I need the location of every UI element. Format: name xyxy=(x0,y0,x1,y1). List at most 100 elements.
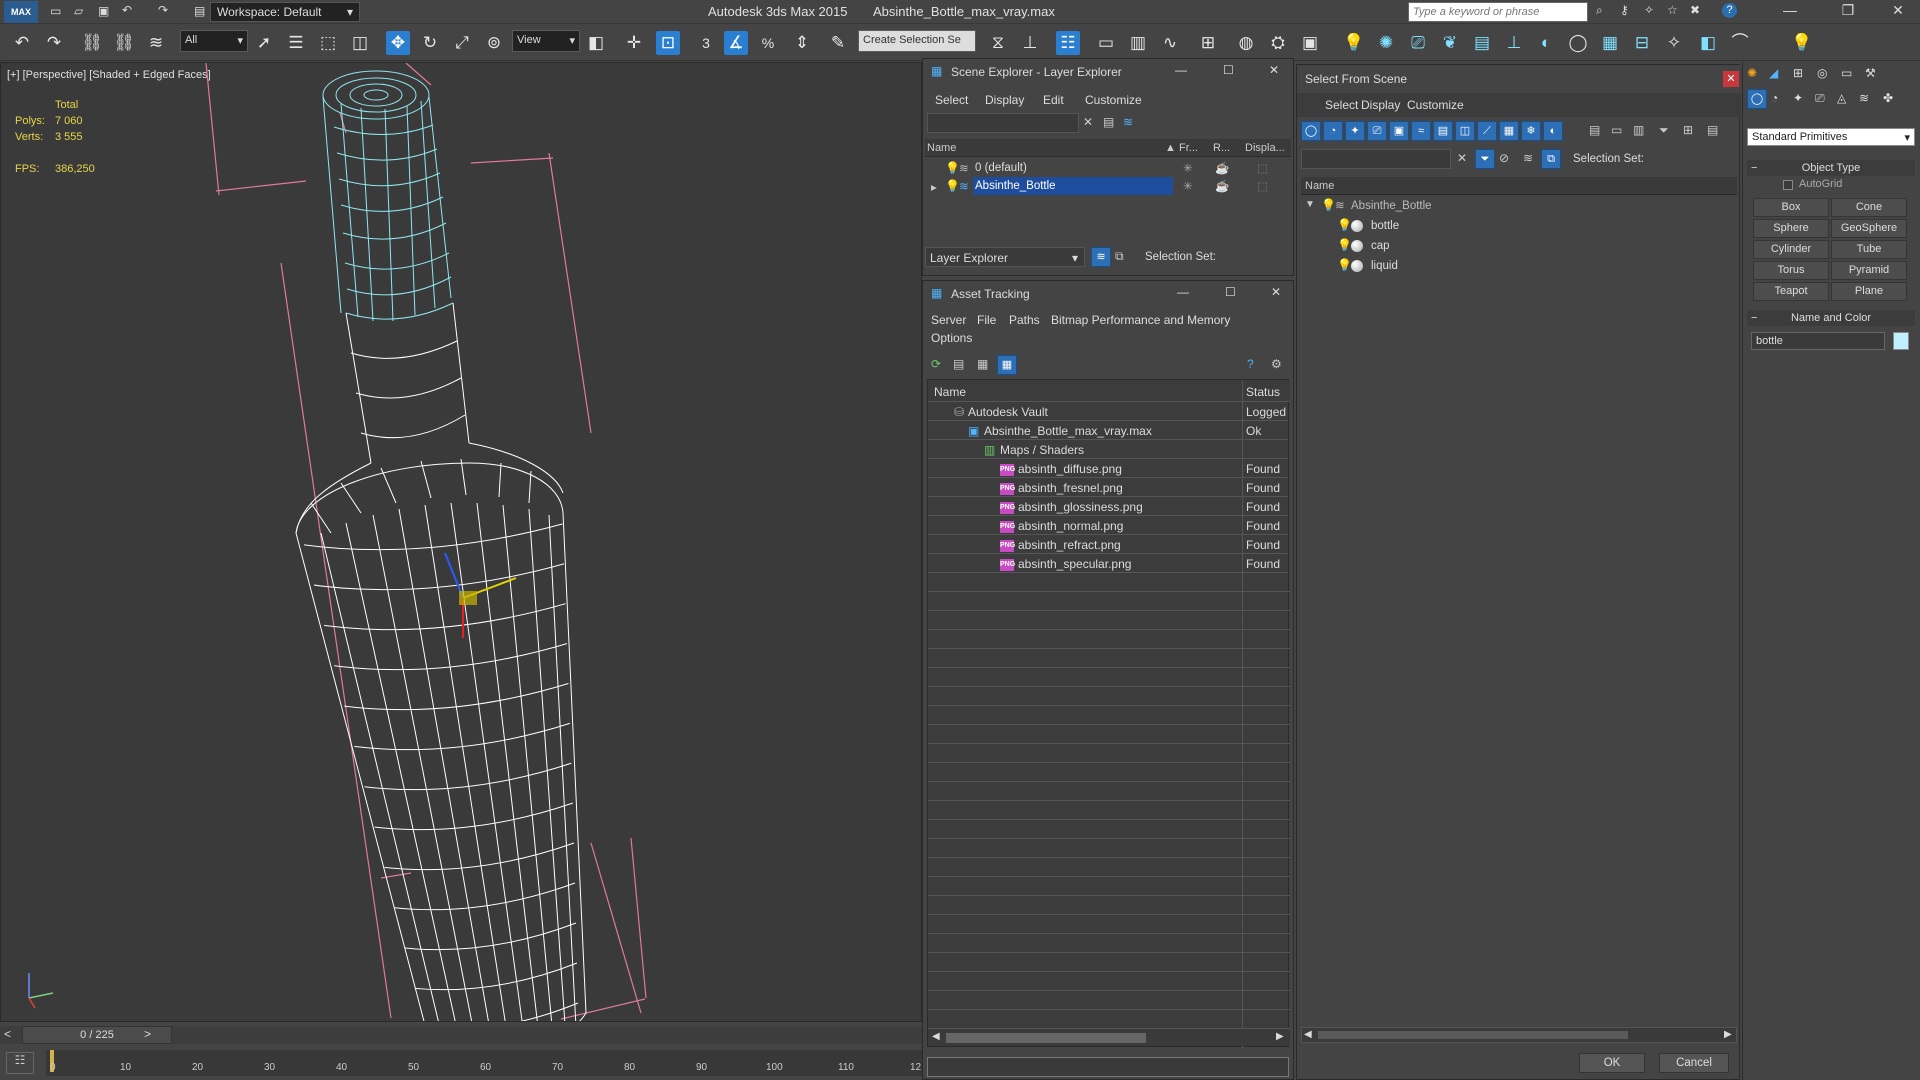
shapes-filter-icon[interactable]: ◔ xyxy=(1323,121,1343,141)
menu-server[interactable]: Server xyxy=(931,313,966,327)
menu-edit[interactable]: Edit xyxy=(1043,93,1064,107)
vray-light-icon[interactable]: 💡 xyxy=(1790,31,1814,55)
layer-row[interactable]: 💡 ≋ 0 (default) ✳ ☕ ⬚ xyxy=(925,159,1291,177)
ok-button[interactable]: OK xyxy=(1579,1053,1645,1073)
project-folder-icon[interactable]: ▤ xyxy=(194,4,205,18)
vray-vfb-icon[interactable]: ◧ xyxy=(1696,31,1720,55)
autogrid-checkbox[interactable] xyxy=(1783,180,1793,190)
lightbulb-icon[interactable]: 💡 xyxy=(1337,258,1352,272)
select-from-scene-titlebar[interactable]: Select From Scene ✕ xyxy=(1297,65,1741,93)
open-file-icon[interactable]: ▱ xyxy=(74,4,83,18)
select-place-icon[interactable]: ⊚ xyxy=(482,31,506,55)
helpers-filter-icon[interactable]: ▣ xyxy=(1389,121,1409,141)
display-children-icon[interactable]: ▤ xyxy=(1707,123,1718,137)
plane-button[interactable]: Plane xyxy=(1831,282,1907,301)
scrollbar-thumb[interactable] xyxy=(1318,1031,1628,1039)
tree-row[interactable]: 💡 bottle xyxy=(1301,217,1737,235)
new-file-icon[interactable]: ▭ xyxy=(50,4,61,18)
scroll-left-icon[interactable]: ◀ xyxy=(932,1031,940,1042)
scene-explorer-titlebar[interactable]: ▦ Scene Explorer - Layer Explorer — ☐ ✕ xyxy=(923,59,1293,85)
render-teapot-icon[interactable]: ☕ xyxy=(1215,179,1229,193)
sun-icon[interactable]: ✺ xyxy=(1374,31,1398,55)
object-type-rollout[interactable]: − Object Type xyxy=(1747,160,1915,176)
fur-icon[interactable]: ❦ xyxy=(1438,31,1462,55)
object-name-field[interactable]: bottle xyxy=(1751,332,1885,350)
shapes-icon[interactable]: ◔ xyxy=(1771,91,1778,105)
scene-explorer-icon[interactable]: ☷ xyxy=(1056,31,1080,55)
favorites-star-icon[interactable]: ☆ xyxy=(1667,3,1678,17)
cylinder-button[interactable]: Cylinder xyxy=(1753,240,1829,259)
layers-icon[interactable]: ≋ xyxy=(1523,151,1533,165)
close-icon[interactable]: ✕ xyxy=(1723,71,1739,87)
hierarchy-tab-icon[interactable]: ⊞ xyxy=(1793,66,1803,80)
asset-row[interactable]: ⛁ Autodesk Vault Logged xyxy=(928,402,1288,421)
menu-display[interactable]: Display xyxy=(985,93,1024,107)
menu-customize[interactable]: Customize xyxy=(1407,98,1464,112)
find-case-sensitive-icon[interactable]: ⏷ xyxy=(1475,149,1495,169)
close-button[interactable]: ✕ xyxy=(1878,2,1918,22)
time-prev-button[interactable]: < xyxy=(4,1027,11,1041)
asset-row[interactable]: PNG absinth_diffuse.png Found xyxy=(928,459,1288,478)
freeze-icon[interactable]: ✳ xyxy=(1183,161,1193,175)
freeze-icon[interactable]: ✳ xyxy=(1183,179,1193,193)
scroll-left-icon[interactable]: ◀ xyxy=(1304,1029,1312,1040)
systems-icon[interactable]: ✤ xyxy=(1883,91,1893,105)
link-icon[interactable]: ⛓ xyxy=(80,31,104,55)
select-invert-icon[interactable]: ▥ xyxy=(1633,123,1644,137)
lightbulb-icon[interactable]: 💡 xyxy=(1337,238,1352,252)
expand-arrow-icon[interactable]: ▼ xyxy=(1305,199,1315,210)
display-tab-icon[interactable]: ▭ xyxy=(1841,66,1852,80)
vray-mesh-export-icon[interactable]: ▦ xyxy=(1598,31,1622,55)
perspective-viewport[interactable]: [+] [Perspective] [Shaded + Edged Faces]… xyxy=(0,62,922,1022)
menu-display[interactable]: Display xyxy=(1361,98,1400,112)
groups-filter-icon[interactable]: ▤ xyxy=(1433,121,1453,141)
column-display[interactable]: Displa... xyxy=(1245,142,1285,154)
communication-icon[interactable]: ✧ xyxy=(1644,3,1654,17)
utilities-tab-icon[interactable]: ⚒ xyxy=(1865,66,1876,80)
vray-fur-icon[interactable]: ⊟ xyxy=(1630,31,1654,55)
minimize-icon[interactable]: — xyxy=(1175,63,1187,77)
camera-icon[interactable]: ⎚ xyxy=(1406,31,1430,55)
scrollbar-thumb[interactable] xyxy=(946,1033,1146,1043)
window-crossing-icon[interactable]: ◫ xyxy=(348,31,372,55)
torus-button[interactable]: Torus xyxy=(1753,261,1829,280)
restore-button[interactable]: ❐ xyxy=(1828,2,1868,22)
menu-select[interactable]: Select xyxy=(1325,98,1358,112)
geometry-icon[interactable]: ◯ xyxy=(1747,89,1767,109)
lightbulb-icon[interactable]: 💡 xyxy=(945,161,960,175)
percent-snap-icon[interactable]: % xyxy=(756,31,780,55)
filter-icon[interactable]: ▤ xyxy=(1103,115,1114,129)
list-view-icon[interactable]: ▤ xyxy=(953,357,964,371)
spacewarps-icon[interactable]: ≋ xyxy=(1859,91,1869,105)
layers-icon[interactable]: ≋ xyxy=(1123,115,1133,129)
find-options-icon[interactable]: ⊘ xyxy=(1499,151,1509,165)
refresh-icon[interactable]: ⟳ xyxy=(931,357,941,371)
save-file-icon[interactable]: ▣ xyxy=(98,4,109,18)
box-button[interactable]: Box xyxy=(1753,198,1829,217)
minimize-button[interactable]: — xyxy=(1770,2,1810,22)
maximize-icon[interactable]: ☐ xyxy=(1225,285,1236,299)
pivot-center-icon[interactable]: ◧ xyxy=(584,31,608,55)
search-input[interactable]: Type a keyword or phrase xyxy=(1408,2,1588,22)
layers-toggle-icon[interactable]: ≋ xyxy=(1091,247,1111,267)
render-setup-icon[interactable]: ⛭ xyxy=(1266,31,1290,55)
find-input[interactable] xyxy=(1301,149,1451,169)
name-and-color-rollout[interactable]: − Name and Color xyxy=(1747,310,1915,326)
minimize-icon[interactable]: — xyxy=(1177,285,1189,299)
maximize-icon[interactable]: ☐ xyxy=(1223,63,1234,77)
align-icon[interactable]: ⊥ xyxy=(1018,31,1042,55)
asset-row[interactable]: PNG absinth_refract.png Found xyxy=(928,535,1288,554)
select-object-icon[interactable]: ➚ xyxy=(252,31,276,55)
scroll-right-icon[interactable]: ▶ xyxy=(1724,1029,1732,1040)
modify-tab-icon[interactable]: ◢ xyxy=(1769,66,1778,80)
expand-arrow-icon[interactable]: ▸ xyxy=(931,180,937,194)
mini-curve-editor-icon[interactable]: ☷ xyxy=(6,1052,34,1074)
bones-filter-icon[interactable]: ⟋ xyxy=(1477,121,1497,141)
vray-frame-buffer-icon[interactable]: ▤ xyxy=(1470,31,1494,55)
geometry-filter-icon[interactable]: ◯ xyxy=(1301,121,1321,141)
hierarchy-mode-icon[interactable]: ⧉ xyxy=(1541,149,1561,169)
frozen-filter-icon[interactable]: ❄ xyxy=(1521,121,1541,141)
curve-editor-icon[interactable]: ∿ xyxy=(1158,31,1182,55)
hidden-filter-icon[interactable]: ◐ xyxy=(1543,121,1563,141)
asset-row[interactable]: ▣ Absinthe_Bottle_max_vray.max Ok xyxy=(928,421,1288,440)
